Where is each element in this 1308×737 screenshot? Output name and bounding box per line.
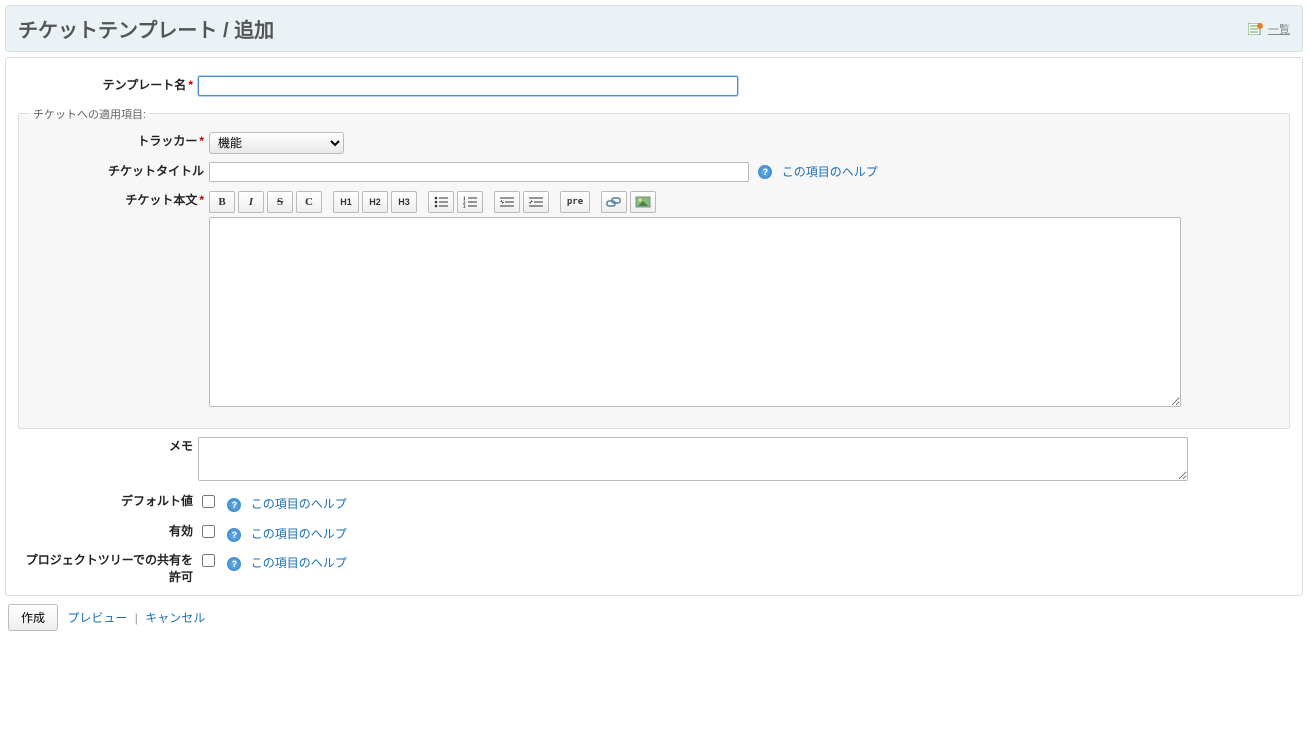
toolbar-italic-button[interactable]: I xyxy=(238,191,264,213)
submit-button[interactable] xyxy=(8,604,58,631)
row-tracker: トラッカー* 機能 xyxy=(29,132,1279,154)
memo-textarea[interactable] xyxy=(198,437,1188,481)
toolbar-code-button[interactable]: C xyxy=(296,191,322,213)
page-title: チケットテンプレート / 追加 xyxy=(18,14,274,43)
help-icon: ? xyxy=(227,528,241,542)
fieldset-legend: チケットへの適用項目: xyxy=(29,106,150,122)
row-issue-body: チケット本文* B I S C H1 H2 H3 xyxy=(29,191,1279,410)
toolbar-strike-button[interactable]: S xyxy=(267,191,293,213)
label-default: デフォルト値 xyxy=(18,492,193,509)
row-default: デフォルト値 ? この項目のヘルプ xyxy=(18,492,1290,514)
toolbar-bold-button[interactable]: B xyxy=(209,191,235,213)
row-template-name: テンプレート名* xyxy=(18,76,1290,98)
label-issue-title: チケットタイトル xyxy=(29,162,204,179)
toolbar-pre-button[interactable]: pre xyxy=(560,191,590,213)
toolbar-unindent-button[interactable] xyxy=(494,191,520,213)
form-actions: プレビュー | キャンセル xyxy=(8,604,1308,631)
label-template-name: テンプレート名* xyxy=(18,76,193,93)
help-link-enabled[interactable]: この項目のヘルプ xyxy=(251,527,347,541)
toolbar-indent-button[interactable] xyxy=(523,191,549,213)
toolbar-ol-button[interactable]: 123 xyxy=(457,191,483,213)
enabled-checkbox[interactable] xyxy=(202,525,215,538)
help-icon: ? xyxy=(227,498,241,512)
help-icon: ? xyxy=(758,165,772,179)
title-bar: チケットテンプレート / 追加 一覧 xyxy=(5,5,1303,52)
list-icon xyxy=(1248,23,1264,35)
toolbar-h1-button[interactable]: H1 xyxy=(333,191,359,213)
row-issue-title: チケットタイトル ? この項目のヘルプ xyxy=(29,162,1279,184)
cancel-link[interactable]: キャンセル xyxy=(145,611,205,625)
toolbar-ul-button[interactable] xyxy=(428,191,454,213)
issue-fields-fieldset: チケットへの適用項目: トラッカー* 機能 チケットタイトル ? この項目のヘル… xyxy=(18,106,1290,430)
toolbar-link-button[interactable] xyxy=(601,191,627,213)
separator: | xyxy=(135,611,138,625)
preview-link[interactable]: プレビュー xyxy=(67,611,127,625)
label-tracker: トラッカー* xyxy=(29,132,204,149)
svg-text:3: 3 xyxy=(463,205,466,208)
help-link-share-tree[interactable]: この項目のヘルプ xyxy=(251,556,347,570)
list-link-label: 一覧 xyxy=(1268,21,1290,37)
row-memo: メモ xyxy=(18,437,1290,484)
toolbar-h2-button[interactable]: H2 xyxy=(362,191,388,213)
form-box: テンプレート名* チケットへの適用項目: トラッカー* 機能 チケットタイトル … xyxy=(5,57,1303,596)
list-link[interactable]: 一覧 xyxy=(1248,21,1290,37)
toolbar-image-button[interactable] xyxy=(630,191,656,213)
issue-title-input[interactable] xyxy=(209,162,749,182)
help-link-issue-title[interactable]: この項目のヘルプ xyxy=(782,165,878,179)
label-memo: メモ xyxy=(18,437,193,454)
label-issue-body: チケット本文* xyxy=(29,191,204,208)
label-enabled: 有効 xyxy=(18,522,193,539)
tracker-select[interactable]: 機能 xyxy=(209,132,344,154)
row-enabled: 有効 ? この項目のヘルプ xyxy=(18,522,1290,544)
issue-body-textarea[interactable] xyxy=(209,217,1181,407)
row-share-tree: プロジェクトツリーでの共有を許可 ? この項目のヘルプ xyxy=(18,551,1290,573)
toolbar-h3-button[interactable]: H3 xyxy=(391,191,417,213)
help-link-default[interactable]: この項目のヘルプ xyxy=(251,497,347,511)
share-tree-checkbox[interactable] xyxy=(202,554,215,567)
template-name-input[interactable] xyxy=(198,76,738,96)
label-share-tree: プロジェクトツリーでの共有を許可 xyxy=(18,551,193,585)
wiki-toolbar: B I S C H1 H2 H3 123 xyxy=(209,191,1279,213)
help-icon: ? xyxy=(227,557,241,571)
default-checkbox[interactable] xyxy=(202,495,215,508)
